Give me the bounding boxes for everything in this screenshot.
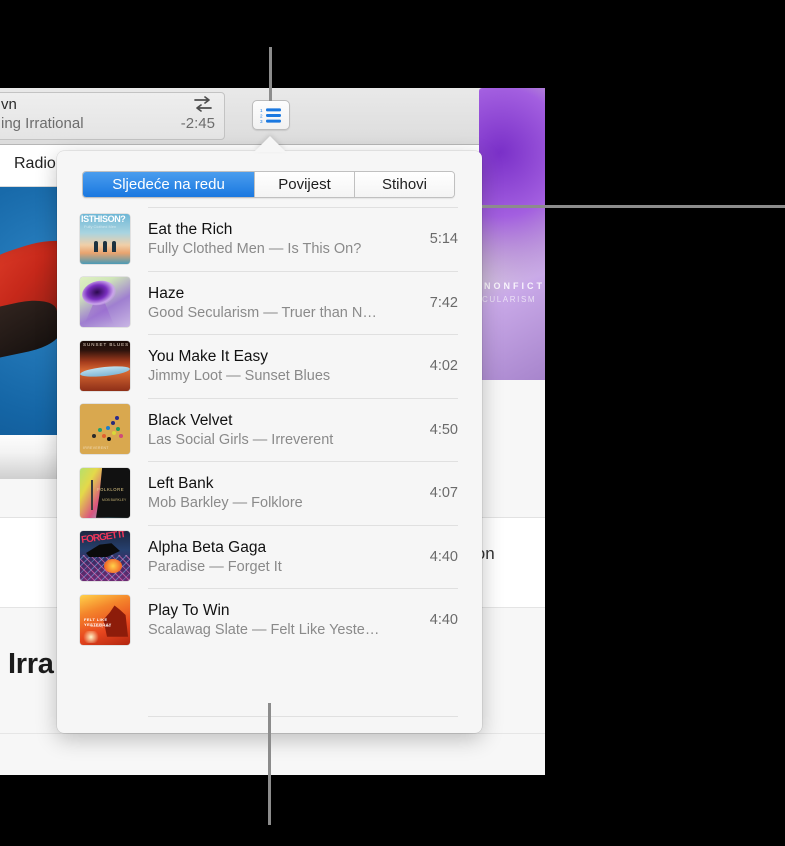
- album-art-right-line2: CULARISM: [482, 295, 537, 304]
- lower-divider: [0, 733, 545, 734]
- tab-up-next[interactable]: Sljedeće na redu: [83, 172, 255, 197]
- table-row[interactable]: FOLKLORE MOB BARKLEY Left Bank Mob Barkle…: [57, 461, 482, 525]
- now-playing-display[interactable]: vn ing Irrational -2:45: [0, 92, 225, 140]
- track-subtitle: Las Social Girls — Irreverent: [148, 431, 334, 448]
- track-subtitle: Jimmy Loot — Sunset Blues: [148, 368, 331, 385]
- track-info: You Make It Easy Jimmy Loot — Sunset Blu…: [148, 334, 418, 398]
- up-next-popover: Sljedeće na redu Povijest Stihovi ISTHIS…: [57, 151, 482, 733]
- tab-lyrics[interactable]: Stihovi: [355, 172, 454, 197]
- up-next-button[interactable]: 1 2 3: [252, 100, 290, 130]
- track-info: Eat the Rich Fully Clothed Men — Is This…: [148, 207, 418, 271]
- table-row[interactable]: Haze Good Secularism — Truer than N… 7:4…: [57, 270, 482, 335]
- track-duration: 4:02: [418, 334, 458, 398]
- table-row[interactable]: IRREVERENT Black Velvet Las Social Girls…: [57, 397, 482, 462]
- track-duration: 7:42: [418, 270, 458, 335]
- clear-separator: [148, 716, 458, 717]
- track-duration: 4:50: [418, 397, 458, 462]
- album-art: ISTHISON? Fully Clothed Men: [80, 213, 130, 264]
- track-title: Left Bank: [148, 475, 214, 493]
- album-art-right: [479, 88, 545, 380]
- track-title: You Make It Easy: [148, 348, 269, 366]
- callout-line-up-next-button: [269, 47, 272, 101]
- track-duration: 4:07: [418, 461, 458, 525]
- album-art: FORGET IT: [80, 531, 130, 582]
- car-shadow-shape: [0, 295, 64, 369]
- numbered-list-icon: 1 2 3: [260, 108, 281, 124]
- track-subtitle: Mob Barkley — Folklore: [148, 495, 303, 512]
- remaining-time: -2:45: [180, 115, 215, 132]
- track-subtitle: Good Secularism — Truer than N…: [148, 304, 377, 321]
- track-info: Black Velvet Las Social Girls — Irrevere…: [148, 397, 418, 462]
- popover-tab-bar: Sljedeće na redu Povijest Stihovi: [82, 171, 455, 198]
- repeat-icon[interactable]: [192, 95, 214, 113]
- album-art: IRREVERENT: [80, 404, 130, 455]
- album-art: [80, 277, 130, 328]
- now-playing-title: vn: [1, 96, 17, 113]
- up-next-track-list: ISTHISON? Fully Clothed Men Eat the Rich …: [57, 207, 482, 717]
- callout-line-tabs: [482, 205, 785, 208]
- track-title: Haze: [148, 284, 185, 302]
- svg-text:3: 3: [260, 119, 263, 124]
- now-playing-subtitle: ing Irrational: [1, 115, 84, 132]
- track-title: Alpha Beta Gaga: [148, 538, 267, 556]
- track-title: Play To Win: [148, 602, 230, 620]
- callout-line-clear-button: [268, 703, 271, 825]
- track-info: Left Bank Mob Barkley — Folklore: [148, 461, 418, 525]
- track-info: Haze Good Secularism — Truer than N…: [148, 270, 418, 335]
- album-art: FELT LIKE YESTERDAY Scalawag Slate: [80, 594, 130, 645]
- track-subtitle: Paradise — Forget It: [148, 558, 282, 575]
- big-title: Irra: [8, 648, 54, 680]
- popover-arrow: [254, 136, 286, 152]
- album-art: FOLKLORE MOB BARKLEY: [80, 467, 130, 518]
- track-title: Eat the Rich: [148, 221, 233, 239]
- track-duration: 4:40: [418, 588, 458, 652]
- screenshot-root: vn ing Irrational -2:45 Pretraži: [0, 0, 785, 846]
- track-duration: 4:40: [418, 524, 458, 589]
- table-row[interactable]: FELT LIKE YESTERDAY Scalawag Slate Play T…: [57, 588, 482, 652]
- svg-text:1: 1: [260, 108, 263, 113]
- table-row[interactable]: FORGET IT Alpha Beta Gaga Paradise — For…: [57, 524, 482, 589]
- track-title: Black Velvet: [148, 411, 233, 429]
- track-info: Play To Win Scalawag Slate — Felt Like Y…: [148, 588, 418, 652]
- nav-item-radio[interactable]: Radio: [14, 155, 56, 173]
- table-row[interactable]: ISTHISON? Fully Clothed Men Eat the Rich …: [57, 207, 482, 271]
- track-subtitle: Scalawag Slate — Felt Like Yeste…: [148, 622, 380, 639]
- track-subtitle: Fully Clothed Men — Is This On?: [148, 241, 362, 258]
- track-duration: 5:14: [418, 207, 458, 271]
- album-art: SUNSET BLUES: [80, 340, 130, 391]
- track-info: Alpha Beta Gaga Paradise — Forget It: [148, 524, 418, 589]
- album-art-right-line1: NONFICT: [484, 281, 545, 291]
- table-row[interactable]: SUNSET BLUES You Make It Easy Jimmy Loot…: [57, 334, 482, 398]
- tab-history[interactable]: Povijest: [255, 172, 355, 197]
- svg-text:2: 2: [260, 113, 263, 118]
